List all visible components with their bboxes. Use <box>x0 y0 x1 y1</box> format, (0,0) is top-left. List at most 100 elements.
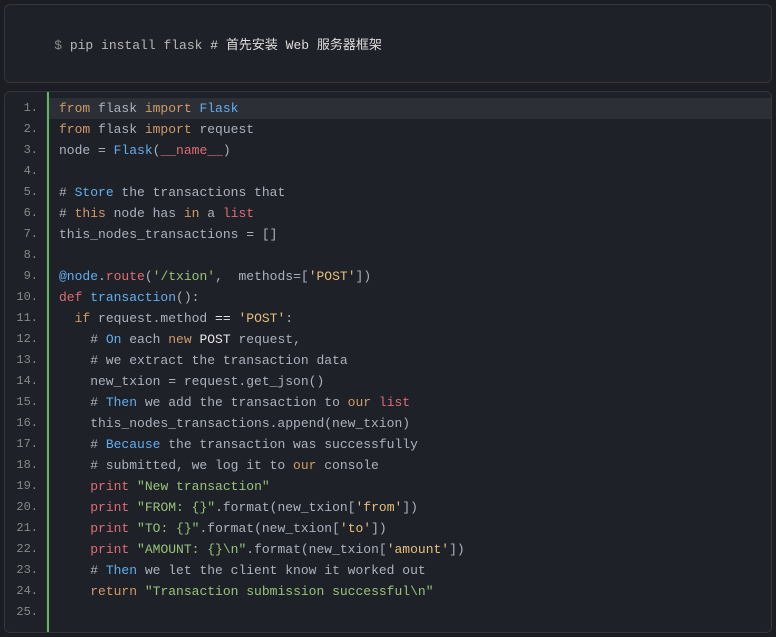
code-token: == <box>215 311 231 326</box>
code-token: route <box>106 269 145 284</box>
code-token: # <box>59 437 106 452</box>
code-token: ]) <box>402 500 418 515</box>
code-line[interactable]: def transaction(): <box>49 287 771 308</box>
code-token: print <box>90 542 129 557</box>
code-line[interactable]: print "FROM: {}".format(new_txion['from'… <box>49 497 771 518</box>
code-token <box>371 395 379 410</box>
code-token: each <box>121 332 168 347</box>
code-line[interactable]: node = Flask(__name__) <box>49 140 771 161</box>
code-token: 'from' <box>356 500 403 515</box>
code-token: node has <box>106 206 184 221</box>
code-token: flask <box>90 122 145 137</box>
line-number: 21. <box>5 518 46 539</box>
code-token: this_nodes_transactions.append(new_txion… <box>59 416 410 431</box>
code-line[interactable]: # Store the transactions that <box>49 182 771 203</box>
code-token: from <box>59 122 90 137</box>
code-token: # <box>59 395 106 410</box>
code-line[interactable]: # this node has in a list <box>49 203 771 224</box>
code-line[interactable]: # Then we add the transaction to our lis… <box>49 392 771 413</box>
line-number: 18. <box>5 455 46 476</box>
code-token: node = <box>59 143 114 158</box>
code-token: , methods=[ <box>215 269 309 284</box>
code-token: return <box>90 584 137 599</box>
code-token: 'amount' <box>387 542 449 557</box>
line-number: 5. <box>5 182 46 203</box>
code-line[interactable]: this_nodes_transactions.append(new_txion… <box>49 413 771 434</box>
code-line[interactable]: # Because the transaction was successful… <box>49 434 771 455</box>
line-number: 8. <box>5 245 46 266</box>
code-line[interactable]: from flask import Flask <box>49 98 771 119</box>
code-token <box>137 584 145 599</box>
line-number: 11. <box>5 308 46 329</box>
code-token: .format(new_txion[ <box>215 500 355 515</box>
code-token: ]) <box>356 269 372 284</box>
code-line[interactable] <box>49 161 771 182</box>
code-token: @node <box>59 269 98 284</box>
code-token: : <box>285 311 293 326</box>
code-line[interactable]: # On each new POST request, <box>49 329 771 350</box>
code-token: we add the transaction to <box>137 395 348 410</box>
code-token: # <box>59 206 75 221</box>
code-token: this_nodes_transactions = [] <box>59 227 277 242</box>
code-token: transaction <box>90 290 176 305</box>
prompt: $ <box>54 38 70 53</box>
code-token: .format(new_txion[ <box>199 521 339 536</box>
line-number: 14. <box>5 371 46 392</box>
code-token: 'POST' <box>238 311 285 326</box>
code-line[interactable]: # submitted, we log it to our console <box>49 455 771 476</box>
code-line[interactable] <box>49 602 771 623</box>
line-number: 2. <box>5 119 46 140</box>
code-line[interactable]: # Then we let the client know it worked … <box>49 560 771 581</box>
code-line[interactable]: print "New transaction" <box>49 476 771 497</box>
code-token: import <box>145 122 192 137</box>
code-token: def <box>59 290 82 305</box>
code-token: ]) <box>371 521 387 536</box>
command-comment: # 首先安装 Web 服务器框架 <box>210 38 382 53</box>
code-token <box>129 479 137 494</box>
code-token: our <box>293 458 316 473</box>
line-number: 7. <box>5 224 46 245</box>
code-token: ( <box>145 269 153 284</box>
code-line[interactable] <box>49 245 771 266</box>
code-line[interactable]: return "Transaction submission successfu… <box>49 581 771 602</box>
code-token: request, <box>231 332 301 347</box>
code-token: 'POST' <box>309 269 356 284</box>
line-number: 1. <box>5 98 46 119</box>
code-line[interactable]: from flask import request <box>49 119 771 140</box>
code-line[interactable]: if request.method == 'POST': <box>49 308 771 329</box>
line-number: 4. <box>5 161 46 182</box>
code-token: On <box>106 332 122 347</box>
code-token: (): <box>176 290 199 305</box>
code-token <box>59 500 90 515</box>
command-text: pip install flask <box>70 38 210 53</box>
code-token: print <box>90 521 129 536</box>
code-token <box>129 521 137 536</box>
code-body: 1.2.3.4.5.6.7.8.9.10.11.12.13.14.15.16.1… <box>5 92 771 632</box>
code-token: Flask <box>199 101 238 116</box>
code-line[interactable]: print "TO: {}".format(new_txion['to']) <box>49 518 771 539</box>
code-token: the transaction was successfully <box>160 437 417 452</box>
code-token: print <box>90 500 129 515</box>
line-number: 9. <box>5 266 46 287</box>
code-token: 'to' <box>340 521 371 536</box>
code-token: "FROM: {}" <box>137 500 215 515</box>
code-token <box>59 542 90 557</box>
code-token: our <box>348 395 371 410</box>
code-line[interactable]: new_txion = request.get_json() <box>49 371 771 392</box>
code-token: list <box>379 395 410 410</box>
code-area[interactable]: from flask import Flaskfrom flask import… <box>47 92 771 632</box>
code-token: # <box>59 563 106 578</box>
line-number: 17. <box>5 434 46 455</box>
code-token: we let the client know it worked out <box>137 563 426 578</box>
line-number: 22. <box>5 539 46 560</box>
code-token: "AMOUNT: {}\n" <box>137 542 246 557</box>
code-line[interactable]: print "AMOUNT: {}\n".format(new_txion['a… <box>49 539 771 560</box>
code-token: # we extract the transaction data <box>59 353 348 368</box>
code-token: . <box>98 269 106 284</box>
code-line[interactable]: this_nodes_transactions = [] <box>49 224 771 245</box>
line-number: 16. <box>5 413 46 434</box>
command-panel: $ pip install flask # 首先安装 Web 服务器框架 <box>4 4 772 83</box>
code-line[interactable]: @node.route('/txion', methods=['POST']) <box>49 266 771 287</box>
command-line[interactable]: $ pip install flask # 首先安装 Web 服务器框架 <box>23 19 753 68</box>
code-line[interactable]: # we extract the transaction data <box>49 350 771 371</box>
